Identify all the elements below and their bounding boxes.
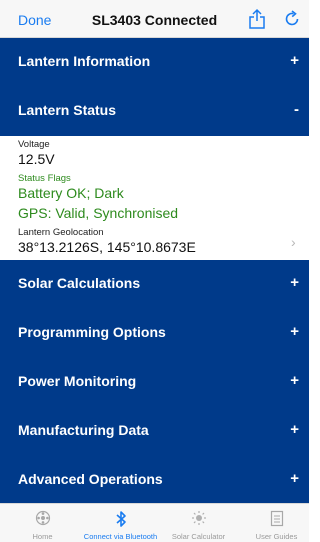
expand-icon[interactable]: + — [290, 52, 299, 69]
expand-icon[interactable]: + — [290, 421, 299, 438]
geolocation-label: Lantern Geolocation — [18, 227, 104, 238]
section-programming-options[interactable]: Programming Options + — [0, 309, 309, 358]
section-label: Manufacturing Data — [18, 422, 149, 438]
chevron-right-icon[interactable]: › — [291, 234, 296, 250]
tab-solar-calculator[interactable]: Solar Calculator — [160, 504, 237, 542]
section-advanced-operations[interactable]: Advanced Operations + — [0, 456, 309, 503]
tab-label: User Guides — [255, 532, 298, 541]
section-solar-calculations[interactable]: Solar Calculations + — [0, 260, 309, 309]
section-label: Lantern Information — [18, 53, 151, 69]
section-label: Lantern Status — [18, 102, 117, 118]
tab-label: Solar Calculator — [171, 532, 226, 541]
expand-icon[interactable]: + — [290, 323, 299, 340]
tab-label: Connect via Bluetooth — [83, 532, 158, 541]
expand-icon[interactable]: + — [290, 470, 299, 487]
tab-label: Home — [32, 532, 53, 541]
tab-home[interactable]: Home — [4, 504, 81, 542]
voltage-value: 12.5V — [18, 151, 55, 167]
expand-icon[interactable]: + — [290, 372, 299, 389]
section-label: Power Monitoring — [18, 373, 137, 389]
tab-connect-via-bluetooth[interactable]: Connect via Bluetooth — [82, 504, 159, 542]
collapse-icon[interactable]: - — [294, 101, 299, 118]
navigation-bar: Done SL3403 Connected — [0, 0, 309, 38]
section-label: Advanced Operations — [18, 471, 163, 487]
section-label: Solar Calculations — [18, 275, 141, 291]
section-power-monitoring[interactable]: Power Monitoring + — [0, 358, 309, 407]
status-flag-battery: Battery OK; Dark — [18, 185, 124, 201]
tab-bar: Home Connect via Bluetooth Solar Calcula… — [0, 503, 309, 542]
expand-icon[interactable]: + — [290, 274, 299, 291]
status-flags-label: Status Flags — [18, 173, 71, 184]
voltage-label: Voltage — [18, 139, 50, 150]
tab-user-guides[interactable]: User Guides — [238, 504, 315, 542]
lantern-status-details: Voltage 12.5V Status Flags Battery OK; D… — [0, 136, 309, 260]
section-manufacturing-data[interactable]: Manufacturing Data + — [0, 407, 309, 456]
section-lantern-information[interactable]: Lantern Information + — [0, 38, 309, 87]
geolocation-value[interactable]: 38°13.2126S, 145°10.8673E — [18, 239, 196, 255]
section-lantern-status[interactable]: Lantern Status - — [0, 87, 309, 136]
refresh-icon[interactable] — [283, 10, 301, 28]
share-icon[interactable] — [248, 8, 266, 30]
section-label: Programming Options — [18, 324, 166, 340]
status-flag-gps: GPS: Valid, Synchronised — [18, 205, 179, 221]
